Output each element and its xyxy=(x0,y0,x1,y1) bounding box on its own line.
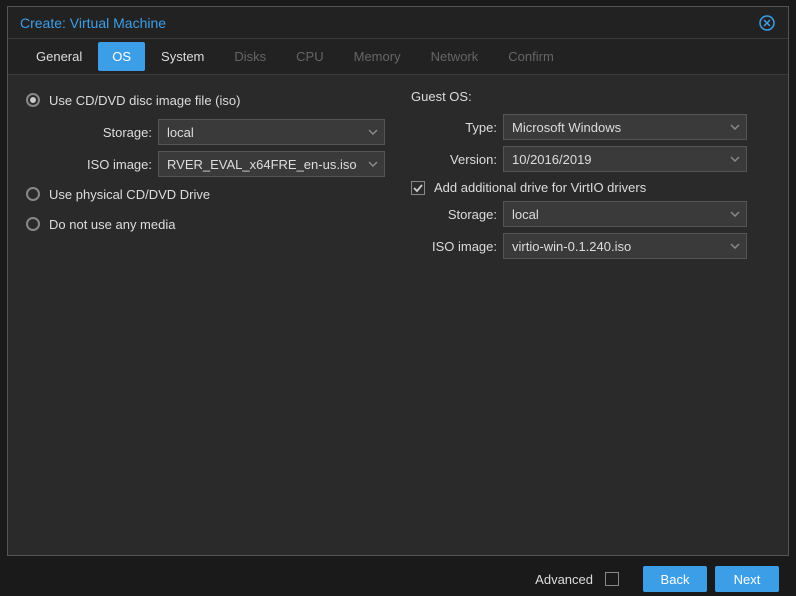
tab-network: Network xyxy=(417,42,493,71)
field-row-version: Version: 10/2016/2019 xyxy=(411,146,770,172)
radio-nomedia-label: Do not use any media xyxy=(49,217,175,232)
check-icon xyxy=(413,183,423,193)
advanced-checkbox[interactable] xyxy=(605,572,619,586)
tab-system[interactable]: System xyxy=(147,42,218,71)
tab-general[interactable]: General xyxy=(22,42,96,71)
field-row-virtio-storage: Storage: local xyxy=(411,201,770,227)
dialog-content: Use CD/DVD disc image file (iso) Storage… xyxy=(8,75,788,279)
back-button[interactable]: Back xyxy=(643,566,707,592)
radio-physical-drive[interactable] xyxy=(26,187,40,201)
tab-cpu: CPU xyxy=(282,42,337,71)
guest-os-header: Guest OS: xyxy=(411,89,770,104)
virtio-iso-label: ISO image: xyxy=(411,239,503,254)
chevron-down-icon xyxy=(730,156,740,162)
type-value: Microsoft Windows xyxy=(512,120,621,135)
create-vm-dialog: Create: Virtual Machine General OS Syste… xyxy=(7,6,789,556)
field-row-iso: ISO image: RVER_EVAL_x64FRE_en-us.iso xyxy=(26,151,385,177)
iso-label: ISO image: xyxy=(48,157,158,172)
radio-iso-image[interactable] xyxy=(26,93,40,107)
type-label: Type: xyxy=(411,120,503,135)
virtio-label: Add additional drive for VirtIO drivers xyxy=(434,180,646,195)
field-row-storage: Storage: local xyxy=(26,119,385,145)
field-row-type: Type: Microsoft Windows xyxy=(411,114,770,140)
virtio-iso-value: virtio-win-0.1.240.iso xyxy=(512,239,631,254)
virtio-checkbox[interactable] xyxy=(411,181,425,195)
radio-physical-label: Use physical CD/DVD Drive xyxy=(49,187,210,202)
chevron-down-icon xyxy=(730,211,740,217)
close-icon xyxy=(759,15,775,31)
virtio-storage-combo[interactable]: local xyxy=(503,201,747,227)
virtio-storage-value: local xyxy=(512,207,539,222)
chevron-down-icon xyxy=(368,129,378,135)
radio-row-iso[interactable]: Use CD/DVD disc image file (iso) xyxy=(26,89,385,111)
tab-disks: Disks xyxy=(220,42,280,71)
right-column: Guest OS: Type: Microsoft Windows Versio… xyxy=(411,89,770,265)
chevron-down-icon xyxy=(730,243,740,249)
radio-row-nomedia[interactable]: Do not use any media xyxy=(26,213,385,235)
virtio-storage-label: Storage: xyxy=(411,207,503,222)
chevron-down-icon xyxy=(730,124,740,130)
iso-combo[interactable]: RVER_EVAL_x64FRE_en-us.iso xyxy=(158,151,385,177)
storage-label: Storage: xyxy=(48,125,158,140)
virtio-iso-combo[interactable]: virtio-win-0.1.240.iso xyxy=(503,233,747,259)
wizard-tabs: General OS System Disks CPU Memory Netwo… xyxy=(8,39,788,75)
left-column: Use CD/DVD disc image file (iso) Storage… xyxy=(26,89,385,265)
iso-value: RVER_EVAL_x64FRE_en-us.iso xyxy=(167,157,357,172)
storage-value: local xyxy=(167,125,194,140)
next-button[interactable]: Next xyxy=(715,566,779,592)
advanced-label: Advanced xyxy=(535,572,593,587)
field-row-virtio-iso: ISO image: virtio-win-0.1.240.iso xyxy=(411,233,770,259)
version-label: Version: xyxy=(411,152,503,167)
close-button[interactable] xyxy=(758,14,776,32)
radio-row-physical[interactable]: Use physical CD/DVD Drive xyxy=(26,183,385,205)
radio-iso-label: Use CD/DVD disc image file (iso) xyxy=(49,93,240,108)
virtio-check-row[interactable]: Add additional drive for VirtIO drivers xyxy=(411,180,770,195)
radio-no-media[interactable] xyxy=(26,217,40,231)
dialog-title: Create: Virtual Machine xyxy=(20,15,166,31)
tab-memory: Memory xyxy=(340,42,415,71)
version-combo[interactable]: 10/2016/2019 xyxy=(503,146,747,172)
chevron-down-icon xyxy=(368,161,378,167)
type-combo[interactable]: Microsoft Windows xyxy=(503,114,747,140)
dialog-footer: Advanced Back Next xyxy=(7,562,789,596)
tab-os[interactable]: OS xyxy=(98,42,145,71)
version-value: 10/2016/2019 xyxy=(512,152,592,167)
dialog-header: Create: Virtual Machine xyxy=(8,7,788,39)
tab-confirm: Confirm xyxy=(494,42,568,71)
storage-combo[interactable]: local xyxy=(158,119,385,145)
